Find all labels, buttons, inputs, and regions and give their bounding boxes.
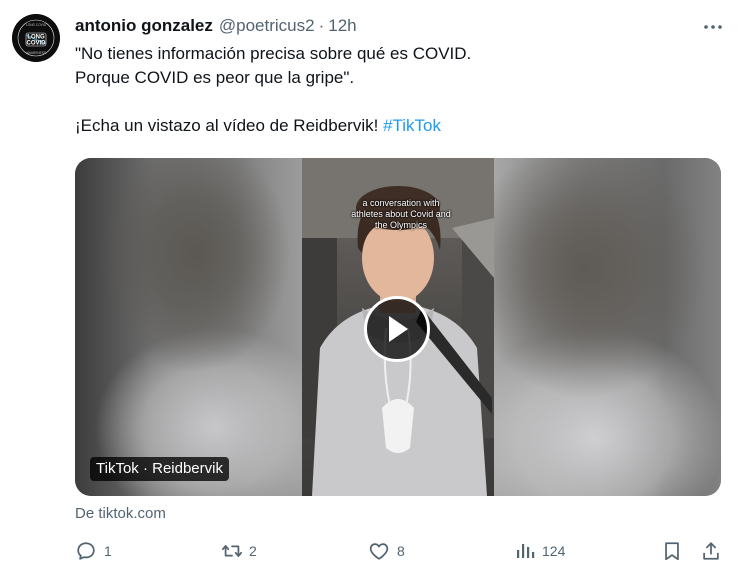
source-badge: TikTok · Reidbervik bbox=[90, 457, 229, 481]
play-icon[interactable] bbox=[364, 296, 430, 362]
tweet: LONG COVID LONG COVID AWARENESS antonio … bbox=[0, 0, 742, 576]
separator: · bbox=[318, 16, 325, 35]
more-icon-glyph bbox=[704, 25, 722, 29]
avatar-logo: LONG COVID LONG COVID AWARENESS bbox=[12, 14, 60, 62]
svg-text:LONG COVID: LONG COVID bbox=[26, 23, 47, 27]
retweet-icon bbox=[221, 545, 243, 557]
video-caption: a conversation with athletes about Covid… bbox=[351, 198, 451, 230]
retweet-count: 2 bbox=[249, 543, 257, 559]
views-count: 124 bbox=[542, 543, 566, 559]
svg-text:AWARENESS: AWARENESS bbox=[26, 51, 46, 55]
views-icon bbox=[517, 544, 535, 558]
more-icon[interactable] bbox=[702, 16, 726, 38]
hashtag-link[interactable]: #TikTok bbox=[383, 116, 441, 135]
bookmark-button[interactable] bbox=[661, 536, 683, 566]
svg-text:COVID: COVID bbox=[26, 41, 46, 47]
reply-count: 1 bbox=[104, 543, 112, 559]
retweet-button[interactable]: 2 bbox=[220, 536, 257, 566]
video-blur-right bbox=[494, 158, 721, 496]
author-name[interactable]: antonio gonzalez bbox=[75, 16, 213, 36]
like-button[interactable]: 8 bbox=[368, 536, 405, 566]
action-bar: 1 2 8 124 bbox=[0, 536, 742, 566]
video-blur-left bbox=[75, 158, 302, 496]
tweet-text-line-2: Porque COVID es peor que la gripe". bbox=[75, 68, 355, 87]
timestamp[interactable]: 12h bbox=[328, 16, 356, 36]
tweet-text-line-3-text: ¡Echa un vistazo al vídeo de Reidbervik! bbox=[75, 116, 384, 135]
reply-icon bbox=[77, 542, 95, 560]
share-icon bbox=[703, 542, 719, 560]
link-source[interactable]: De tiktok.com bbox=[75, 505, 166, 522]
like-icon bbox=[369, 543, 389, 560]
share-button[interactable] bbox=[700, 536, 722, 566]
author-handle[interactable]: @poetricus2 bbox=[219, 16, 315, 36]
like-count: 8 bbox=[397, 543, 405, 559]
tweet-header: antonio gonzalez @poetricus2 · 12h bbox=[75, 14, 357, 38]
video-card[interactable]: a conversation with athletes about Covid… bbox=[75, 158, 721, 496]
tweet-text-line-1: "No tienes información precisa sobre qué… bbox=[75, 44, 472, 63]
reply-button[interactable]: 1 bbox=[75, 536, 112, 566]
views-button[interactable]: 124 bbox=[515, 536, 565, 566]
tweet-text: "No tienes información precisa sobre qué… bbox=[75, 42, 715, 138]
bookmark-icon bbox=[665, 542, 679, 561]
avatar[interactable]: LONG COVID LONG COVID AWARENESS bbox=[12, 14, 60, 62]
play-icon-glyph bbox=[389, 316, 408, 342]
tweet-text-line-3: ¡Echa un vistazo al vídeo de Reidbervik!… bbox=[75, 114, 715, 138]
